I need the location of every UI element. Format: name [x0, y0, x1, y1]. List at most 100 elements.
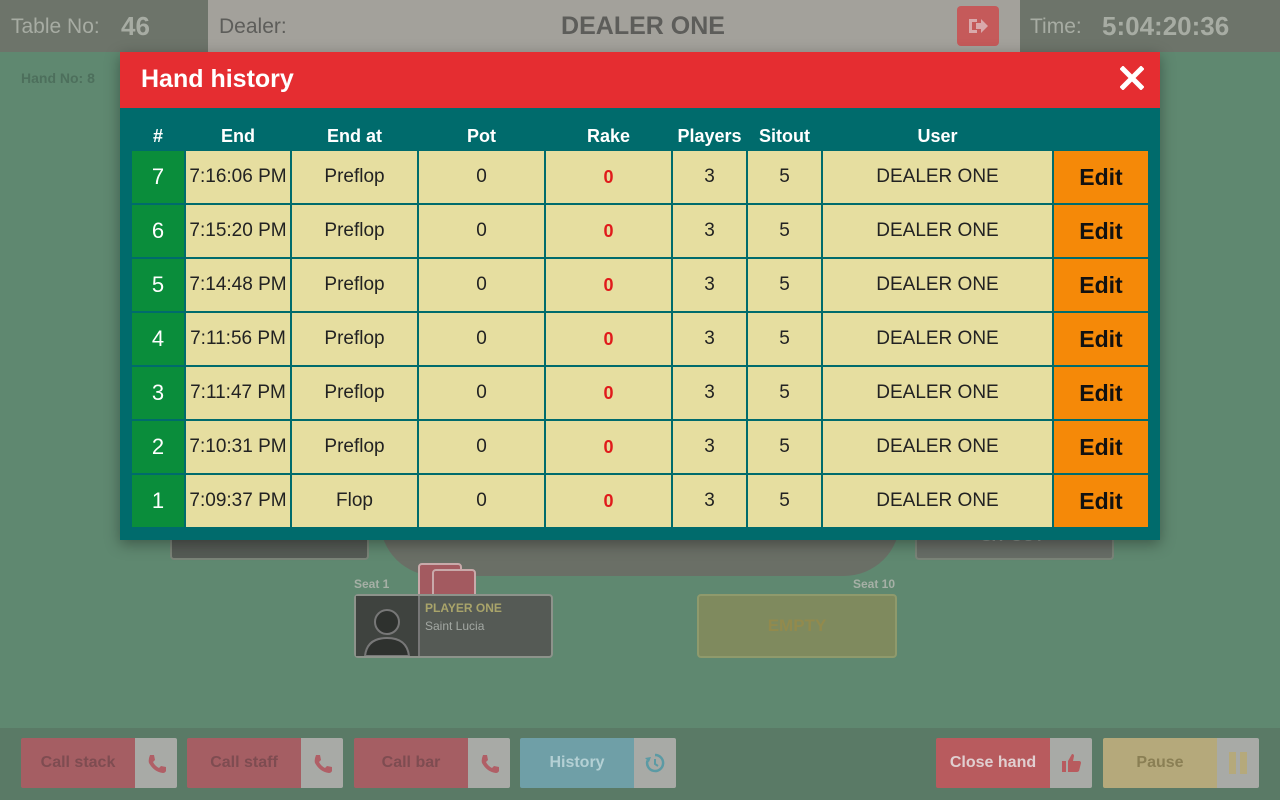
edit-button[interactable]: Edit [1054, 259, 1148, 311]
players-cell: 3 [673, 313, 746, 365]
call-bar-button[interactable]: Call bar [354, 738, 510, 788]
rake-cell: 0 [546, 313, 671, 365]
end-time-cell: 7:15:20 PM [186, 205, 290, 257]
column-header-pot: Pot [467, 126, 496, 146]
seat-1-label: Seat 1 [354, 577, 390, 591]
end-at-cell: Preflop [292, 205, 417, 257]
call-stack-button[interactable]: Call stack [21, 738, 177, 788]
close-icon [1119, 65, 1145, 91]
end-time-cell: 7:16:06 PM [186, 151, 290, 203]
phone-icon [301, 738, 343, 788]
user-cell: DEALER ONE [823, 475, 1052, 527]
seat-10-empty[interactable]: EMPTY [697, 594, 897, 658]
hand-number-cell: 3 [132, 367, 184, 419]
history-icon [634, 738, 676, 788]
logout-icon [969, 19, 988, 33]
table-row: 1 7:09:37 PM Flop 0 0 3 5 DEALER ONE Edit [132, 475, 1148, 527]
end-time-cell: 7:09:37 PM [186, 475, 290, 527]
column-header-number: # [152, 126, 163, 146]
user-cell: DEALER ONE [823, 151, 1052, 203]
pause-icon [1217, 738, 1259, 788]
seat-1-player[interactable]: PLAYER ONE Saint Lucia [354, 594, 553, 658]
call-staff-label: Call staff [187, 738, 301, 788]
players-cell: 3 [673, 475, 746, 527]
edit-button[interactable]: Edit [1054, 205, 1148, 257]
avatar [356, 596, 420, 656]
end-at-cell: Preflop [292, 151, 417, 203]
sitout-cell: 5 [748, 475, 821, 527]
user-cell: DEALER ONE [823, 205, 1052, 257]
players-cell: 3 [673, 205, 746, 257]
user-cell: DEALER ONE [823, 313, 1052, 365]
hand-number-cell: 7 [132, 151, 184, 203]
players-cell: 3 [673, 367, 746, 419]
edit-button[interactable]: Edit [1054, 421, 1148, 473]
dealer-name: DEALER ONE [561, 12, 725, 40]
user-cell: DEALER ONE [823, 367, 1052, 419]
hand-history-modal: Hand history # End End at Pot Rake Playe… [120, 52, 1160, 540]
column-header-players: Players [677, 126, 742, 146]
hand-number-cell: 5 [132, 259, 184, 311]
user-silhouette-icon [363, 609, 411, 656]
sitout-cell: 5 [748, 367, 821, 419]
edit-button[interactable]: Edit [1054, 151, 1148, 203]
sitout-cell: 5 [748, 421, 821, 473]
table-row: 7 7:16:06 PM Preflop 0 0 3 5 DEALER ONE Edit [132, 151, 1148, 203]
close-hand-button[interactable]: Close hand [936, 738, 1092, 788]
players-cell: 3 [673, 151, 746, 203]
pot-cell: 0 [419, 205, 544, 257]
edit-button[interactable]: Edit [1054, 313, 1148, 365]
close-hand-label: Close hand [936, 738, 1050, 788]
end-at-cell: Preflop [292, 367, 417, 419]
history-button[interactable]: History [520, 738, 676, 788]
time-label: Time: [1030, 15, 1082, 38]
logout-button[interactable] [957, 6, 999, 46]
table-row: 2 7:10:31 PM Preflop 0 0 3 5 DEALER ONE Edit [132, 421, 1148, 473]
hand-number-cell: 6 [132, 205, 184, 257]
pot-cell: 0 [419, 151, 544, 203]
column-header-sitout: Sitout [759, 126, 810, 146]
sitout-cell: 5 [748, 151, 821, 203]
pot-cell: 0 [419, 259, 544, 311]
edit-button[interactable]: Edit [1054, 367, 1148, 419]
close-button[interactable] [1119, 65, 1145, 91]
user-cell: DEALER ONE [823, 259, 1052, 311]
table-row: 4 7:11:56 PM Preflop 0 0 3 5 DEALER ONE Edit [132, 313, 1148, 365]
end-time-cell: 7:11:56 PM [186, 313, 290, 365]
table-number-label: Table No: [11, 15, 100, 38]
pot-cell: 0 [419, 367, 544, 419]
call-staff-button[interactable]: Call staff [187, 738, 343, 788]
sitout-cell: 5 [748, 313, 821, 365]
thumbs-up-icon [1050, 738, 1092, 788]
sitout-cell: 5 [748, 205, 821, 257]
table-row: 3 7:11:47 PM Preflop 0 0 3 5 DEALER ONE Edit [132, 367, 1148, 419]
column-header-user: User [917, 126, 958, 146]
pause-button[interactable]: Pause [1103, 738, 1259, 788]
end-at-cell: Preflop [292, 259, 417, 311]
hand-number-cell: 4 [132, 313, 184, 365]
column-header-end: End [221, 126, 255, 146]
history-label: History [520, 738, 634, 788]
seat-10-label: Seat 10 [853, 577, 896, 591]
sitout-cell: 5 [748, 259, 821, 311]
hand-number: Hand No: 8 [21, 70, 95, 86]
player-country: Saint Lucia [425, 619, 485, 633]
table-row: 6 7:15:20 PM Preflop 0 0 3 5 DEALER ONE Edit [132, 205, 1148, 257]
end-time-cell: 7:10:31 PM [186, 421, 290, 473]
time-panel: Time: 5:04:20:36 [1020, 0, 1280, 52]
end-time-cell: 7:11:47 PM [186, 367, 290, 419]
phone-icon [468, 738, 510, 788]
player-name: PLAYER ONE [425, 601, 502, 615]
column-header-rake: Rake [586, 126, 631, 146]
phone-icon [135, 738, 177, 788]
edit-button[interactable]: Edit [1054, 475, 1148, 527]
call-stack-label: Call stack [21, 738, 135, 788]
modal-title: Hand history [141, 65, 294, 93]
rake-cell: 0 [546, 151, 671, 203]
modal-header: Hand history [120, 52, 1160, 108]
table-number-panel: Table No: 46 [0, 0, 208, 52]
pot-cell: 0 [419, 475, 544, 527]
rake-cell: 0 [546, 475, 671, 527]
top-bar: Table No: 46 Dealer: DEALER ONE Time: 5:… [0, 0, 1280, 52]
pause-label: Pause [1103, 738, 1217, 788]
